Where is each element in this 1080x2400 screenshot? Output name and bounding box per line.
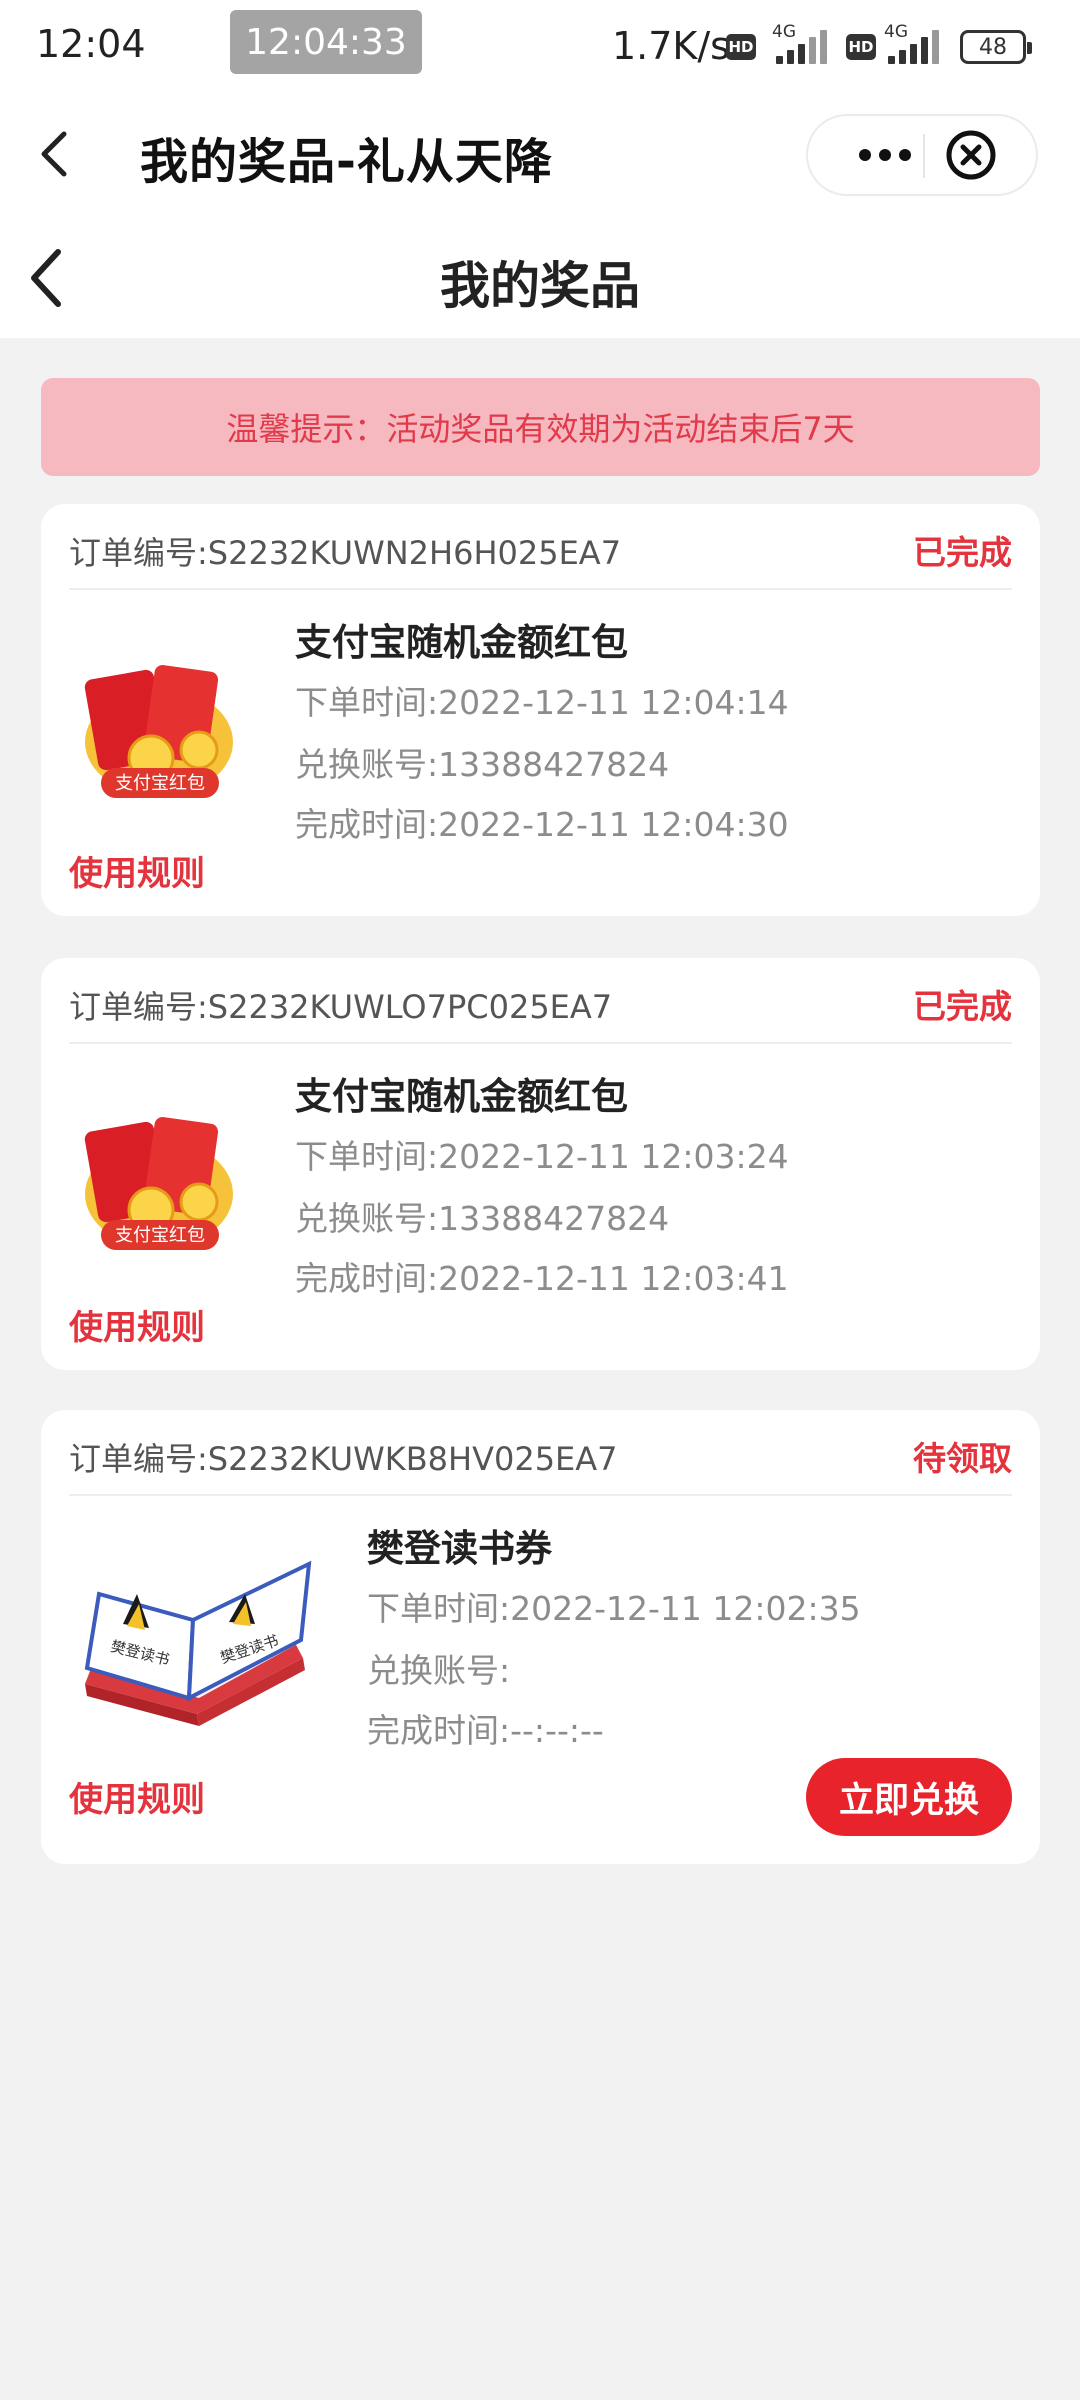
status-time: 12:04 xyxy=(36,22,146,66)
order-status: 已完成 xyxy=(913,533,1012,572)
battery-icon: 48 xyxy=(960,30,1032,64)
divider xyxy=(69,588,1012,590)
order-number: 订单编号:S2232KUWLO7PC025EA7 xyxy=(69,988,613,1026)
signal-icon xyxy=(772,28,830,64)
redeem-account: 兑换账号:13388427824 xyxy=(295,1199,670,1238)
order-number: 订单编号:S2232KUWN2H6H025EA7 xyxy=(69,534,622,572)
order-time: 下单时间:2022-12-11 12:02:35 xyxy=(367,1589,861,1628)
hd-icon: HD xyxy=(846,34,876,60)
prize-name: 支付宝随机金额红包 xyxy=(295,621,628,664)
complete-time: 完成时间:2022-12-11 12:04:30 xyxy=(295,805,789,844)
capsule-divider xyxy=(923,134,925,178)
order-time: 下单时间:2022-12-11 12:03:24 xyxy=(295,1137,789,1176)
red-envelope-icon: 支付宝红包 xyxy=(69,1106,239,1256)
page-back-icon[interactable] xyxy=(24,246,68,310)
red-envelope-icon: 支付宝红包 xyxy=(69,654,239,804)
prize-name: 支付宝随机金额红包 xyxy=(295,1075,628,1118)
usage-rules-link[interactable]: 使用规则 xyxy=(69,846,205,895)
page-title: 我的奖品 xyxy=(440,257,640,315)
divider xyxy=(69,1042,1012,1044)
more-icon[interactable] xyxy=(848,116,922,194)
redeem-account: 兑换账号: xyxy=(367,1651,511,1690)
complete-time: 完成时间:--:--:-- xyxy=(367,1711,604,1750)
network-speed: 1.7K/s xyxy=(612,24,730,68)
book-icon: 樊登读书 樊登读书 xyxy=(65,1538,325,1728)
redeem-account: 兑换账号:13388427824 xyxy=(295,745,670,784)
order-number: 订单编号:S2232KUWKB8HV025EA7 xyxy=(69,1440,618,1478)
close-icon[interactable] xyxy=(944,128,998,182)
back-icon[interactable] xyxy=(34,126,78,182)
prize-card: 订单编号:S2232KUWLO7PC025EA7 已完成 支付宝红包 支付宝随机… xyxy=(41,958,1040,1370)
order-status: 已完成 xyxy=(913,987,1012,1026)
screen-record-timer: 12:04:33 xyxy=(230,10,422,74)
status-bar: 12:04 12:04:33 1.7K/s HD 4G HD 4G 48 xyxy=(0,0,1080,96)
red-envelope-label: 支付宝红包 xyxy=(115,1225,205,1246)
order-time: 下单时间:2022-12-11 12:04:14 xyxy=(295,683,789,722)
usage-rules-link[interactable]: 使用规则 xyxy=(69,1772,205,1821)
usage-rules-link[interactable]: 使用规则 xyxy=(69,1300,205,1349)
divider xyxy=(69,1494,1012,1496)
capsule-menu xyxy=(806,114,1038,196)
prize-card: 订单编号:S2232KUWN2H6H025EA7 已完成 支付宝红包 支付宝随机… xyxy=(41,504,1040,916)
redeem-now-button[interactable]: 立即兑换 xyxy=(806,1758,1012,1836)
hd-icon: HD xyxy=(726,34,756,60)
signal-icon xyxy=(886,28,944,64)
notice-banner: 温馨提示：活动奖品有效期为活动结束后7天 xyxy=(41,378,1040,476)
complete-time: 完成时间:2022-12-11 12:03:41 xyxy=(295,1259,789,1298)
prize-card: 订单编号:S2232KUWKB8HV025EA7 待领取 樊登读书 樊登读书 樊… xyxy=(41,1410,1040,1864)
miniprogram-title: 我的奖品-礼从天降 xyxy=(140,134,553,190)
red-envelope-label: 支付宝红包 xyxy=(115,773,205,794)
prize-name: 樊登读书券 xyxy=(367,1527,552,1570)
order-status: 待领取 xyxy=(913,1439,1012,1478)
